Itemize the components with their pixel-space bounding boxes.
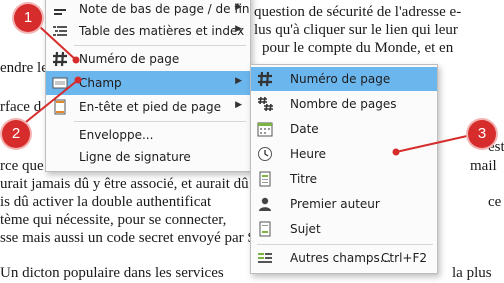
menu-item-toc[interactable]: Table des matières et index ▶ [46,19,250,43]
hash-icon [258,71,272,87]
toc-icon [53,26,67,36]
insert-menu: Note de bas de page / de fin ▶ Table des… [45,0,251,172]
field-submenu: Numéro de page Nombre de pages Date Heur… [250,64,438,274]
page-count-icon [258,96,273,112]
field-icon [52,77,68,89]
menu-item-footnote[interactable]: Note de bas de page / de fin ▶ [46,0,250,21]
doc-line: rce que [0,158,44,174]
annotation-badge-1: 1 [14,4,42,32]
chevron-right-icon: ▶ [235,76,242,86]
footnote-icon [54,9,66,15]
submenu-item-page-number[interactable]: Numéro de page [251,67,437,91]
chevron-right-icon: ▶ [235,100,242,110]
annotation-badge-2: 2 [2,120,30,148]
header-footer-icon [54,99,66,115]
doc-line: is dû activer la double authentificat [0,194,212,210]
doc-line: ce [488,194,502,210]
doc-line: rface d [0,99,42,115]
menu-separator [257,244,433,245]
submenu-item-first-author[interactable]: Premier auteur [251,192,437,216]
menu-item-envelope[interactable]: Enveloppe... [46,123,250,147]
doc-line: lus qu'à cliquer sur le lien qui leur [254,22,458,38]
menu-item-header-footer[interactable]: En-tête et pied de page ▶ [46,95,250,119]
submenu-item-page-count[interactable]: Nombre de pages [251,92,437,116]
submenu-item-time[interactable]: Heure [251,142,437,166]
more-fields-icon [258,253,272,263]
menu-separator [74,121,246,122]
doc-line: Un dicton populaire dans les services [0,265,224,281]
doc-line: pour le compte du Monde, et en [262,40,454,56]
person-icon [259,197,271,211]
chevron-right-icon: ▶ [235,2,242,12]
menu-separator [74,45,246,46]
menu-item-signature-line[interactable]: Ligne de signature [46,145,250,169]
menu-item-field[interactable]: Champ ▶ [46,71,250,95]
doc-line: sse mais aussi un code secret envoyé par… [0,230,256,246]
doc-line: endre le [0,60,48,76]
shortcut-label: Ctrl+F2 [381,251,427,265]
doc-line: urait jamais dû y être associé, et aurai… [0,176,249,192]
chevron-right-icon: ▶ [235,24,242,34]
submenu-item-title[interactable]: Titre [251,167,437,191]
doc-line: mail [470,158,497,174]
hash-icon [53,51,67,67]
doc-line: question de sécurité de l'adresse e- [254,4,462,20]
calendar-icon [257,122,273,137]
submenu-item-more-fields[interactable]: Autres champs... Ctrl+F2 [251,246,437,270]
submenu-item-date[interactable]: Date [251,117,437,141]
submenu-item-subject[interactable]: Sujet [251,217,437,241]
doc-line: tème qui nécessite, pour se connecter, [0,212,227,228]
annotation-badge-3: 3 [468,120,496,148]
doc-line: la plus [452,265,492,281]
menu-item-page-number[interactable]: Numéro de page [46,47,250,71]
clock-icon [258,147,272,161]
title-icon [259,171,271,187]
subject-icon [259,221,271,237]
